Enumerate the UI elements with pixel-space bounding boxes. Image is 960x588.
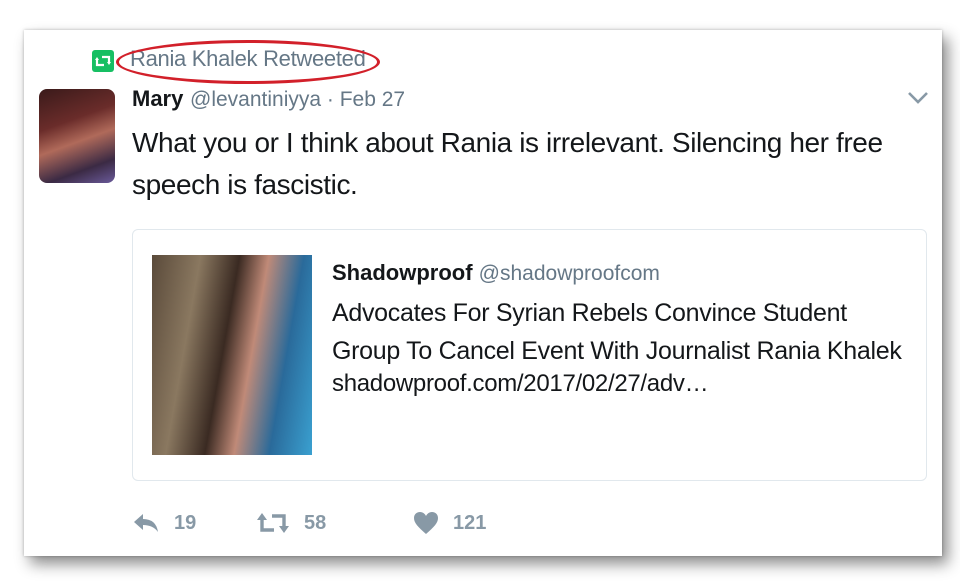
avatar[interactable] <box>39 89 115 183</box>
reply-count: 19 <box>174 512 197 534</box>
link-card-url: shadowproof.com/2017/02/27/adv… <box>332 370 709 397</box>
link-preview-image <box>152 255 312 455</box>
link-card-site-handle: @shadowproofcom <box>478 262 660 285</box>
heart-icon <box>414 512 438 534</box>
link-card-source: Shadowproof @shadowproofcom <box>332 260 660 286</box>
red-highlight-oval <box>116 40 380 84</box>
retweet-badge-icon <box>92 50 114 72</box>
author-name[interactable]: Mary <box>132 86 183 112</box>
like-button[interactable]: 121 <box>413 508 513 540</box>
link-card-headline: Advocates For Syrian Rebels Convince Stu… <box>332 299 902 365</box>
reply-button[interactable]: 19 <box>132 508 212 540</box>
link-card-site-name: Shadowproof <box>332 260 473 285</box>
like-count: 121 <box>453 512 487 534</box>
chevron-down-icon[interactable] <box>907 90 929 106</box>
retweet-button[interactable]: 58 <box>256 508 346 540</box>
link-preview-card[interactable]: Shadowproof @shadowproofcom Advocates Fo… <box>132 229 927 481</box>
retweet-icon <box>257 513 289 533</box>
tweet-card[interactable]: Rania Khalek Retweeted Mary @levantiniyy… <box>24 30 942 556</box>
reply-icon <box>134 514 158 532</box>
retweet-count: 58 <box>304 512 327 534</box>
author-handle-time[interactable]: @levantiniyya · Feb 27 <box>190 88 405 112</box>
tweet-text: What you or I think about Rania is irrel… <box>132 127 883 200</box>
